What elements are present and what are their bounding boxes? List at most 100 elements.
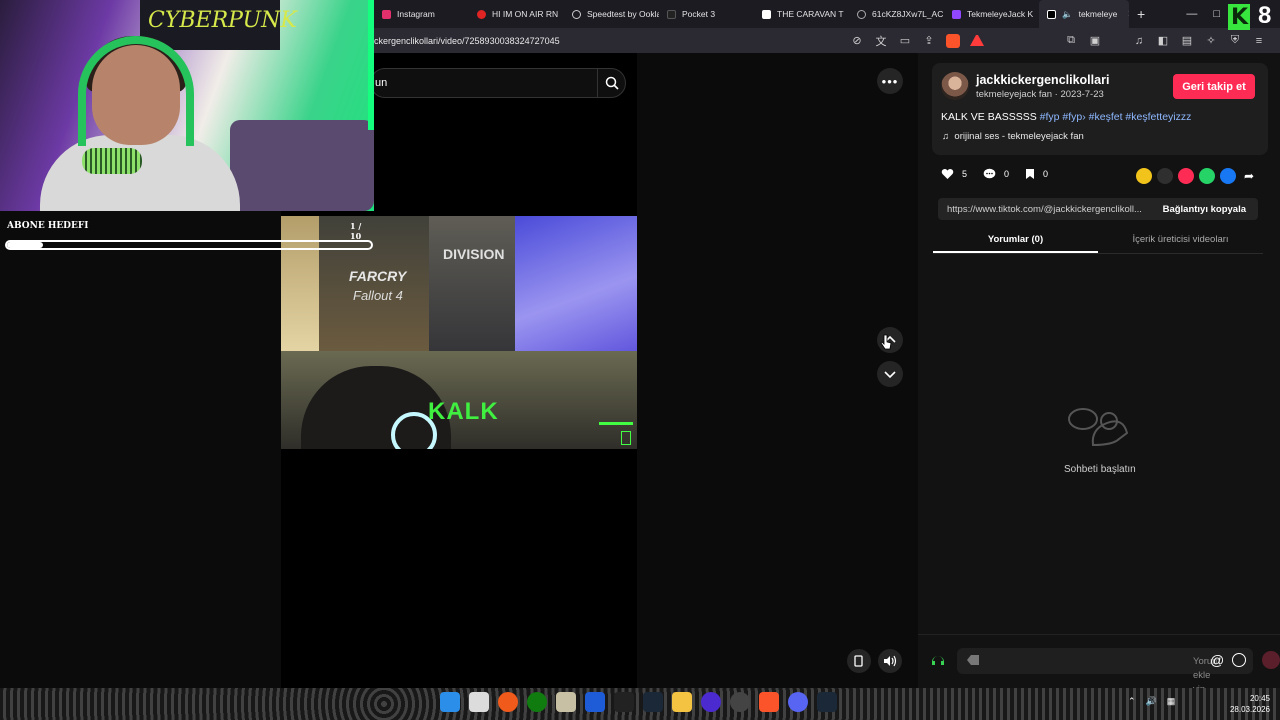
next-video-button[interactable] [877, 361, 903, 387]
mention-icon[interactable]: @ [1210, 652, 1224, 668]
phone-icon [854, 655, 863, 667]
whatsapp-icon[interactable] [1199, 168, 1215, 184]
minimize-button[interactable]: — [1186, 8, 1197, 20]
store-icon[interactable] [585, 692, 605, 712]
tab-twitch[interactable]: TekmeleyeJack K [944, 0, 1039, 28]
epic-icon[interactable] [614, 692, 634, 712]
share-icon[interactable]: ⇪ [922, 34, 936, 47]
tab-label: 61cKZ8JXw7L_AC [872, 9, 944, 19]
brave-icon[interactable] [498, 692, 518, 712]
green-light [368, 0, 374, 130]
sound-label[interactable]: ♫ orijinal ses - tekmeleyejack fan [942, 131, 1084, 142]
brave-rewards-icon[interactable] [970, 35, 984, 46]
system-clock[interactable]: 20:45 28.03.2026 [1228, 693, 1270, 715]
tab-label: Pocket 3 [682, 9, 716, 19]
steam-icon[interactable] [643, 692, 663, 712]
search-icon[interactable] [597, 69, 625, 97]
menu-icon[interactable]: ≡ [1252, 35, 1266, 47]
hud-icon [599, 422, 633, 446]
screenshot-icon[interactable]: ▣ [1088, 34, 1102, 47]
system-tray: ⌃ 🔊 ▦ [1128, 696, 1175, 707]
media-icon[interactable]: ♫ [1132, 35, 1146, 47]
leo-icon[interactable]: ✧ [1204, 34, 1218, 47]
tiktok-icon [1047, 9, 1056, 19]
link-box: https://www.tiktok.com/@jackkickergencli… [938, 198, 1258, 220]
start-icon[interactable] [440, 692, 460, 712]
tab-instagram[interactable]: Instagram [374, 0, 469, 28]
headset-icon[interactable] [930, 652, 946, 668]
steam-taskbar-icon[interactable] [817, 692, 837, 712]
tab-tiktok[interactable]: 🔈tekmeleye✕ [1039, 0, 1129, 28]
globe-icon [857, 9, 866, 19]
send-comment-button[interactable] [1262, 651, 1280, 669]
taskbar-apps [440, 692, 837, 712]
poster-title: FARCRY [349, 268, 407, 284]
like-stat[interactable]: 5 [941, 168, 967, 180]
send-icon[interactable] [1178, 168, 1194, 184]
more-options-button[interactable]: ••• [877, 68, 903, 94]
report-button[interactable] [847, 649, 871, 673]
comment-count: 0 [1004, 169, 1010, 179]
wallet-icon[interactable]: ▤ [1180, 34, 1194, 47]
obs-icon[interactable] [730, 692, 750, 712]
tab-creator-videos[interactable]: İçerik üreticisi videoları [1098, 228, 1263, 253]
speaker-icon [884, 655, 897, 667]
repost-icon[interactable] [1136, 168, 1152, 184]
facebook-icon[interactable] [1220, 168, 1236, 184]
copy-link-button[interactable]: Bağlantıyı kopyala [1163, 204, 1258, 215]
microphone [82, 148, 142, 174]
poster-subtitle: Fallout 4 [353, 288, 403, 303]
discord-icon[interactable] [788, 692, 808, 712]
reader-mode-icon[interactable]: ⊘ [850, 34, 864, 47]
address-bar: ckergenclikollari/video/7258930038324727… [374, 28, 1280, 53]
tab-pocket[interactable]: Pocket 3 [659, 0, 754, 28]
picture-in-picture-icon[interactable]: ▭ [898, 34, 912, 47]
search-app-icon[interactable] [701, 692, 721, 712]
vpn-icon[interactable]: ⛨ [1228, 34, 1242, 47]
game-icon[interactable] [556, 692, 576, 712]
cursor-icon [880, 334, 892, 350]
video-link[interactable]: https://www.tiktok.com/@jackkickergencli… [938, 204, 1150, 215]
folder-icon[interactable] [672, 692, 692, 712]
translate-icon[interactable]: 文 [874, 33, 888, 49]
webcam-overlay: CYBERPUNK [0, 0, 374, 211]
tab-live[interactable]: HI IM ON AIR RN [469, 0, 564, 28]
tab-caravan[interactable]: THE CARAVAN T [754, 0, 849, 28]
empty-comments-text: Sohbeti başlatın [1064, 464, 1136, 475]
author-name[interactable]: jackkickergenclikollari [976, 73, 1109, 87]
gif-icon[interactable] [966, 654, 980, 666]
hashtags[interactable]: #fyp #fyp› #keşfet #keşfetteyizzz [1040, 111, 1192, 123]
sidebar-icon[interactable]: ◧ [1156, 34, 1170, 47]
post-meta: tekmeleyejack fan · 2023-7-23 [976, 89, 1104, 100]
url-field[interactable]: ckergenclikollari/video/7258930038324727… [374, 36, 560, 46]
volume-button[interactable] [878, 649, 902, 673]
empty-chat-icon [1068, 408, 1129, 447]
new-tab-button[interactable]: + [1129, 6, 1153, 22]
restore-button[interactable]: □ [1213, 8, 1220, 20]
network-icon[interactable]: ▦ [1167, 696, 1176, 707]
goal-label: ABONE HEDEFI [7, 221, 89, 231]
widgets-icon[interactable] [469, 692, 489, 712]
goal-progress-bar [5, 240, 373, 250]
save-stat[interactable]: 0 [1025, 168, 1048, 180]
avatar[interactable] [941, 72, 969, 100]
heart-icon [941, 168, 954, 179]
embed-icon[interactable] [1157, 168, 1173, 184]
comment-stat[interactable]: 0 [983, 168, 1009, 180]
search-bar[interactable]: un [370, 68, 626, 98]
speedtest-icon [572, 9, 581, 19]
extensions-icon[interactable]: ⧉ [1064, 34, 1078, 47]
speaker-icon[interactable]: 🔊 [1146, 696, 1157, 707]
xbox-icon[interactable] [527, 692, 547, 712]
tab-image[interactable]: 61cKZ8JXw7L_AC [849, 0, 944, 28]
brave-shields-icon[interactable] [946, 33, 960, 48]
chevron-up-icon[interactable]: ⌃ [1128, 696, 1136, 707]
share-arrow-icon[interactable]: ➦ [1241, 168, 1257, 184]
tab-speedtest[interactable]: Speedtest by Ookla [564, 0, 659, 28]
youtube-icon [477, 9, 486, 19]
brave-taskbar-icon[interactable] [759, 692, 779, 712]
tab-comments[interactable]: Yorumlar (0) [933, 228, 1098, 253]
emoji-icon[interactable] [1232, 653, 1246, 667]
chevron-down-icon [884, 371, 896, 379]
follow-back-button[interactable]: Geri takip et [1173, 74, 1255, 99]
